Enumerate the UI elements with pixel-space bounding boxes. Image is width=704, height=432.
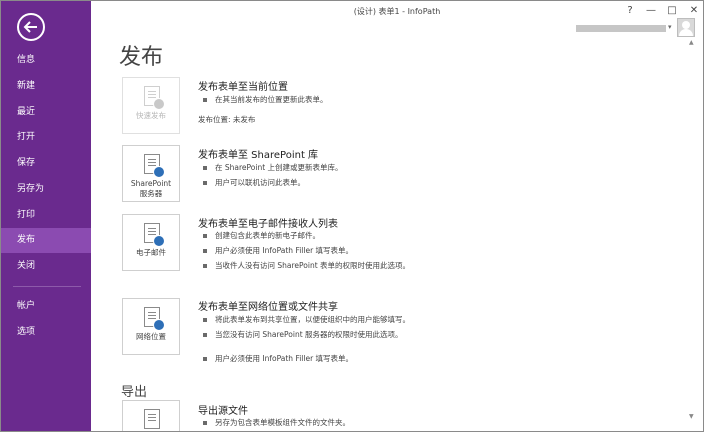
option-title: 发布表单至网络位置或文件共享 [198, 302, 338, 313]
upload-badge-icon [153, 98, 165, 110]
scroll-up-icon[interactable]: ▲ [689, 39, 694, 46]
restore-button[interactable]: □ [665, 4, 679, 18]
title-bar: (设计) 表单1 - InfoPath ? — □ ✕ [91, 1, 703, 21]
nav-publish[interactable]: 发布 [1, 228, 91, 253]
option-title: 发布表单至电子邮件接收人列表 [198, 219, 338, 230]
option-bullet: 用户可以联机访问此表单。 [203, 177, 433, 188]
help-button[interactable]: ? [623, 4, 637, 18]
upload-badge-icon [153, 166, 165, 178]
nav-account[interactable]: 帐户 [1, 294, 91, 319]
export-section-title: 导出 [121, 385, 148, 400]
option-bullet: 当您没有访问 SharePoint 服务器的权限时使用此选项。 [203, 329, 421, 340]
nav-print[interactable]: 打印 [1, 203, 91, 228]
network-location-label: 网络位置 [136, 332, 166, 341]
option-bullet: 将此表单发布到共享位置，以便使组织中的用户能够填写。 [203, 314, 443, 325]
option-bullet: 另存为包含表单模板组件文件的文件夹。 [203, 417, 433, 428]
nav-save[interactable]: 保存 [1, 151, 91, 176]
option-bullet: 用户必须使用 InfoPath Filler 填写表单。 [203, 245, 433, 256]
upload-badge-icon [153, 235, 165, 247]
nav-info[interactable]: 信息 [1, 48, 91, 73]
option-bullet: 用户必须使用 InfoPath Filler 填写表单。 [203, 353, 433, 364]
sharepoint-label: SharePoint 服务器 [123, 179, 179, 199]
email-label: 电子邮件 [136, 248, 166, 257]
option-bullet: 创建包含此表单的新电子邮件。 [203, 230, 433, 241]
folder-document-icon [144, 409, 160, 429]
chevron-down-icon[interactable]: ▾ [668, 23, 672, 31]
nav-close[interactable]: 关闭 [1, 254, 91, 279]
back-arrow-icon[interactable] [17, 13, 45, 41]
page-title: 发布 [119, 45, 164, 70]
user-avatar-icon[interactable] [677, 18, 695, 37]
backstage-sidebar: 信息 新建 最近 打开 保存 另存为 打印 发布 关闭 帐户 选项 [1, 1, 91, 431]
scroll-down-icon[interactable]: ▼ [689, 413, 694, 420]
sharepoint-server-button[interactable]: SharePoint 服务器 [122, 145, 180, 202]
account-name[interactable] [576, 25, 666, 32]
minimize-button[interactable]: — [644, 4, 658, 18]
network-location-button[interactable]: 网络位置 [122, 298, 180, 355]
quick-publish-button[interactable]: 快速发布 [122, 77, 180, 134]
nav-divider [13, 286, 81, 287]
option-title: 发布表单至 SharePoint 库 [198, 150, 319, 161]
nav-save-as[interactable]: 另存为 [1, 177, 91, 202]
export-source-button[interactable] [122, 400, 180, 431]
option-bullet: 当收件人没有访问 SharePoint 表单的权限时使用此选项。 [203, 260, 421, 271]
nav-open[interactable]: 打开 [1, 125, 91, 150]
window-title: (设计) 表单1 - InfoPath [353, 7, 441, 16]
nav-new[interactable]: 新建 [1, 74, 91, 99]
option-title: 发布表单至当前位置 [198, 82, 288, 93]
option-bullet: 在其当前发布的位置更新此表单。 [203, 94, 433, 105]
nav-recent[interactable]: 最近 [1, 100, 91, 125]
nav-options[interactable]: 选项 [1, 320, 91, 345]
option-bullet: 在 SharePoint 上创建或更新表单库。 [203, 162, 433, 173]
sharepoint-label-line2: 服务器 [139, 189, 163, 198]
upload-badge-icon [153, 319, 165, 331]
sharepoint-label-line1: SharePoint [130, 179, 172, 188]
app-window: 信息 新建 最近 打开 保存 另存为 打印 发布 关闭 帐户 选项 (设计) 表… [0, 0, 704, 432]
close-button[interactable]: ✕ [687, 4, 701, 18]
email-button[interactable]: 电子邮件 [122, 214, 180, 271]
publish-location: 发布位置: 未发布 [198, 115, 256, 124]
quick-publish-label: 快速发布 [136, 111, 166, 120]
option-title: 导出源文件 [198, 406, 248, 417]
